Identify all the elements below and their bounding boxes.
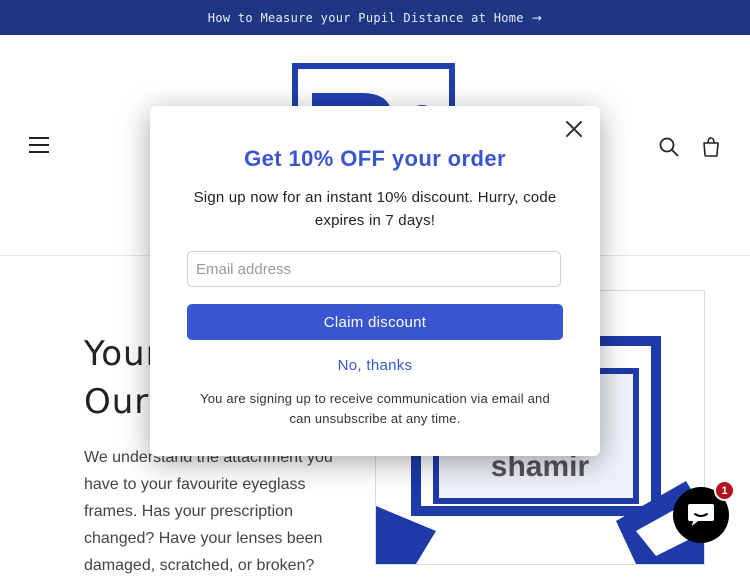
email-field[interactable] [187, 251, 561, 287]
claim-discount-button[interactable]: Claim discount [187, 304, 563, 340]
legal-notice: You are signing up to receive communicat… [200, 391, 550, 426]
modal-subtitle: Sign up now for an instant 10% discount.… [193, 189, 557, 229]
no-thanks-link[interactable]: No, thanks [150, 357, 600, 374]
close-icon[interactable] [564, 119, 584, 139]
notification-badge: 1 [714, 480, 735, 501]
chat-bubble-icon [688, 504, 714, 526]
discount-signup-modal: Get 10% OFF your order Sign up now for a… [150, 106, 600, 456]
modal-title: Get 10% OFF your order [244, 146, 506, 171]
